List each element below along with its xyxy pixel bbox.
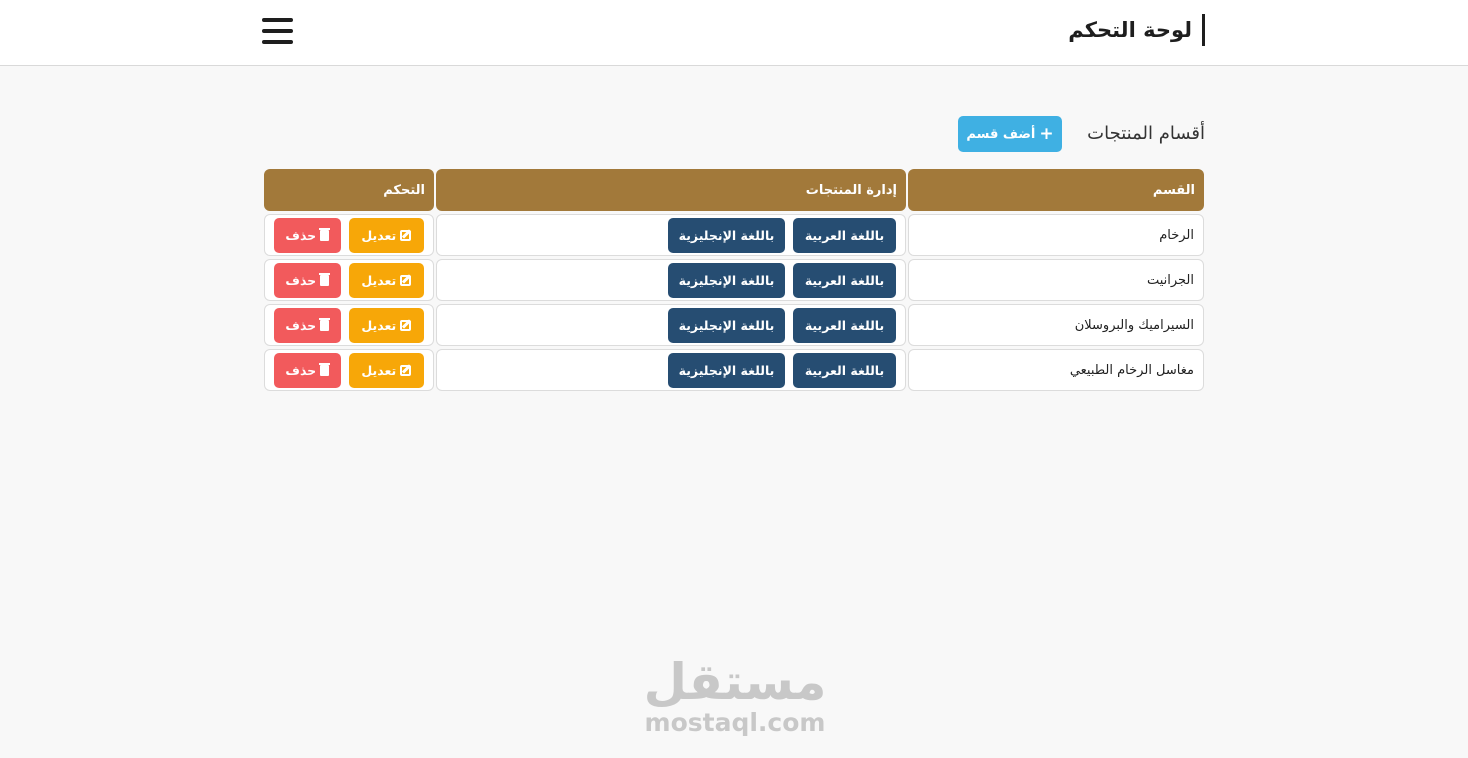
table-row: الجرانيت باللغة العربية باللغة الإنجليزي… xyxy=(264,259,1204,301)
edit-icon xyxy=(400,319,412,331)
edit-label: تعديل xyxy=(361,362,397,378)
add-category-label: أضف قسم xyxy=(966,127,1036,142)
delete-button[interactable]: حذف xyxy=(274,217,341,253)
control-cell: تعديل حذف xyxy=(264,259,434,301)
manage-arabic-button[interactable]: باللغة العربية xyxy=(793,352,896,388)
delete-button[interactable]: حذف xyxy=(274,352,341,388)
column-header-category: القسم xyxy=(908,169,1204,211)
section-title: أقسام المنتجات xyxy=(1087,123,1205,144)
delete-label: حذف xyxy=(285,362,317,378)
watermark-arabic: مستقل xyxy=(643,653,827,711)
edit-icon xyxy=(400,274,412,286)
menu-line xyxy=(262,18,293,22)
top-navbar: لوحة التحكم xyxy=(0,0,1468,66)
table-header-row: القسم إدارة المنتجات التحكم xyxy=(264,169,1204,211)
control-cell: تعديل حذف xyxy=(264,349,434,391)
trash-icon xyxy=(319,362,331,376)
delete-label: حذف xyxy=(285,227,317,243)
edit-button[interactable]: تعديل xyxy=(348,217,424,253)
delete-label: حذف xyxy=(285,272,317,288)
manage-arabic-button[interactable]: باللغة العربية xyxy=(793,217,896,253)
menu-line xyxy=(262,29,293,33)
watermark-latin: mostaql.com xyxy=(644,708,826,737)
categories-table: القسم إدارة المنتجات التحكم الرخام باللغ… xyxy=(264,169,1204,394)
manage-products-cell: باللغة العربية باللغة الإنجليزية xyxy=(436,349,906,391)
page-title: لوحة التحكم xyxy=(1068,14,1205,46)
table-row: السيراميك والبروسلان باللغة العربية بالل… xyxy=(264,304,1204,346)
edit-label: تعديل xyxy=(361,317,397,333)
delete-button[interactable]: حذف xyxy=(274,262,341,298)
trash-icon xyxy=(319,272,331,286)
column-header-control: التحكم xyxy=(264,169,434,211)
manage-arabic-button[interactable]: باللغة العربية xyxy=(793,307,896,343)
edit-icon xyxy=(400,364,412,376)
category-name: الجرانيت xyxy=(908,259,1204,301)
watermark: مستقل mostaql.com xyxy=(640,652,830,738)
delete-button[interactable]: حذف xyxy=(274,307,341,343)
hamburger-icon[interactable] xyxy=(262,17,294,45)
edit-icon xyxy=(400,229,412,241)
manage-english-button[interactable]: باللغة الإنجليزية xyxy=(668,352,785,388)
edit-button[interactable]: تعديل xyxy=(348,262,424,298)
control-cell: تعديل حذف xyxy=(264,304,434,346)
manage-english-button[interactable]: باللغة الإنجليزية xyxy=(668,307,785,343)
manage-products-cell: باللغة العربية باللغة الإنجليزية xyxy=(436,304,906,346)
edit-button[interactable]: تعديل xyxy=(348,307,424,343)
manage-english-button[interactable]: باللغة الإنجليزية xyxy=(668,262,785,298)
category-name: الرخام xyxy=(908,214,1204,256)
edit-button[interactable]: تعديل xyxy=(348,352,424,388)
category-name: مغاسل الرخام الطبيعي xyxy=(908,349,1204,391)
table-row: مغاسل الرخام الطبيعي باللغة العربية بالل… xyxy=(264,349,1204,391)
plus-icon: + xyxy=(1039,124,1054,144)
edit-label: تعديل xyxy=(361,272,397,288)
trash-icon xyxy=(319,317,331,331)
column-header-manage-products: إدارة المنتجات xyxy=(436,169,906,211)
trash-icon xyxy=(319,227,331,241)
menu-line xyxy=(262,40,293,44)
control-cell: تعديل حذف xyxy=(264,214,434,256)
manage-arabic-button[interactable]: باللغة العربية xyxy=(793,262,896,298)
manage-products-cell: باللغة العربية باللغة الإنجليزية xyxy=(436,259,906,301)
edit-label: تعديل xyxy=(361,227,397,243)
table-row: الرخام باللغة العربية باللغة الإنجليزية … xyxy=(264,214,1204,256)
manage-products-cell: باللغة العربية باللغة الإنجليزية xyxy=(436,214,906,256)
manage-english-button[interactable]: باللغة الإنجليزية xyxy=(668,217,785,253)
delete-label: حذف xyxy=(285,317,317,333)
add-category-button[interactable]: +أضف قسم xyxy=(958,116,1062,152)
category-name: السيراميك والبروسلان xyxy=(908,304,1204,346)
